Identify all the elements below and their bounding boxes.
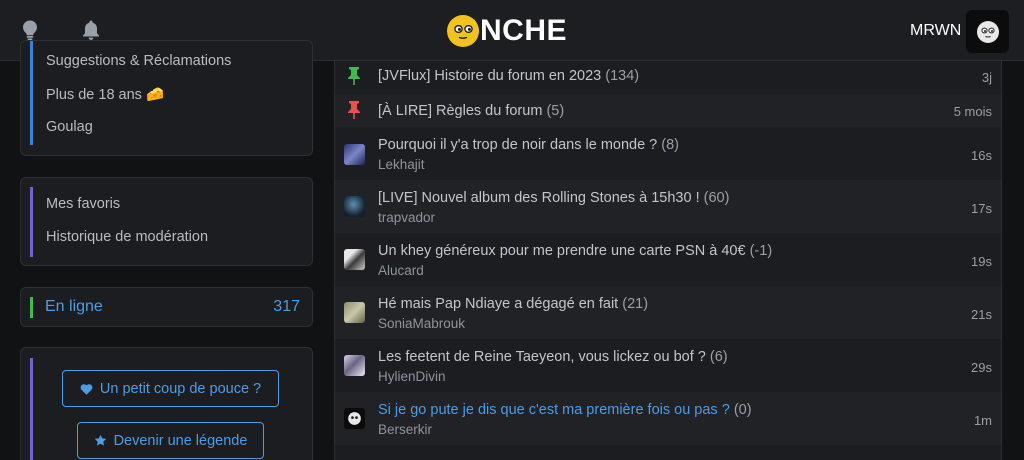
devenir-legende-button[interactable]: Devenir une légende — [77, 422, 264, 459]
topic-row[interactable]: [JVFlux] Histoire du forum en 2023 (134)… — [335, 61, 1001, 94]
online-accent-bar — [30, 297, 33, 318]
devenir-legende-label: Devenir une légende — [113, 432, 248, 449]
topic-row[interactable]: [LIVE] Nouvel album des Rolling Stones à… — [335, 180, 1001, 233]
topic-title[interactable]: Pourquoi il y'a trop de noir dans le mon… — [378, 137, 679, 153]
topic-row[interactable]: Les feetent de Reine Taeyeon, vous licke… — [335, 339, 1001, 392]
topic-row[interactable]: Si je go pute je dis que c'est ma premiè… — [335, 392, 1001, 445]
user-avatar[interactable] — [344, 408, 365, 429]
heart-icon — [80, 383, 93, 395]
logo-face-icon — [447, 15, 479, 47]
topic-author[interactable]: Lekhajit — [378, 157, 425, 172]
online-label: En ligne — [45, 298, 103, 315]
coup-de-pouce-button[interactable]: Un petit coup de pouce ? — [62, 370, 279, 407]
topic-title[interactable]: Un khey généreux pour me prendre une car… — [378, 243, 772, 259]
sidebar-link-goulag[interactable]: Goulag — [46, 119, 93, 135]
username[interactable]: MRWN — [910, 22, 961, 40]
topic-author[interactable]: trapvador — [378, 210, 435, 225]
topic-row[interactable]: [À LIRE] Règles du forum (5) 5 mois — [335, 94, 1001, 127]
topic-time: 17s — [971, 201, 992, 216]
topic-time: 5 mois — [953, 104, 992, 119]
user-avatar[interactable] — [344, 302, 365, 323]
avatar-face-icon — [348, 412, 361, 425]
topic-list: [JVFlux] Histoire du forum en 2023 (134)… — [334, 61, 1002, 460]
user-links-panel: Mes favoris Historique de modération — [20, 177, 313, 266]
support-panel: Un petit coup de pouce ? Devenir une lég… — [20, 347, 313, 460]
star-icon — [94, 434, 106, 446]
topic-title[interactable]: Les feetent de Reine Taeyeon, vous licke… — [378, 349, 728, 365]
user-avatar[interactable] — [344, 196, 365, 217]
bell-icon[interactable] — [80, 19, 102, 41]
topic-title[interactable]: [LIVE] Nouvel album des Rolling Stones à… — [378, 190, 729, 206]
sidebar-link-suggestions[interactable]: Suggestions & Réclamations — [46, 53, 231, 69]
user-avatar[interactable] — [344, 144, 365, 165]
topic-time: 21s — [971, 307, 992, 322]
topic-time: 1m — [973, 413, 992, 428]
topic-author[interactable]: SoniaMabrouk — [378, 316, 465, 331]
topic-title[interactable]: Hé mais Pap Ndiaye a dégagé en fait (21) — [378, 296, 648, 312]
topic-row[interactable]: Pourquoi il y'a trop de noir dans le mon… — [335, 127, 1001, 180]
panel-accent-bar — [30, 187, 33, 257]
sidebar-link-moderation-history[interactable]: Historique de modération — [46, 229, 208, 245]
logo-text: NCHE — [480, 14, 568, 47]
avatar-face-icon — [976, 20, 999, 43]
user-avatar[interactable] — [344, 249, 365, 270]
topic-author[interactable]: HylienDivin — [378, 369, 446, 384]
topic-time: 29s — [971, 360, 992, 375]
coup-de-pouce-label: Un petit coup de pouce ? — [99, 380, 262, 397]
panel-accent-bar — [30, 358, 33, 460]
topic-time: 16s — [971, 148, 992, 163]
avatar[interactable] — [966, 10, 1009, 53]
lightbulb-icon[interactable] — [19, 19, 41, 41]
user-avatar[interactable] — [344, 355, 365, 376]
topic-time: 19s — [971, 254, 992, 269]
sidebar-link-favoris[interactable]: Mes favoris — [46, 196, 120, 212]
site-logo[interactable]: NCHE — [447, 14, 567, 48]
pin-green-icon — [348, 67, 360, 85]
topic-row[interactable]: Hé mais Pap Ndiaye a dégagé en fait (21)… — [335, 286, 1001, 339]
sidebar-link-18-plus[interactable]: Plus de 18 ans 🧀 — [46, 86, 164, 103]
topic-author[interactable]: Berserkir — [378, 422, 432, 437]
topic-author[interactable]: Alucard — [378, 263, 424, 278]
topic-row[interactable]: Un khey généreux pour me prendre une car… — [335, 233, 1001, 286]
pin-red-icon — [348, 101, 360, 119]
topic-title[interactable]: Si je go pute je dis que c'est ma premiè… — [378, 402, 752, 418]
online-count: 317 — [273, 298, 300, 315]
topic-time: 3j — [981, 70, 992, 85]
panel-accent-bar — [30, 41, 33, 145]
online-panel[interactable]: En ligne 317 — [20, 287, 313, 327]
forum-links-panel: Suggestions & Réclamations Plus de 18 an… — [20, 40, 313, 156]
topic-title[interactable]: [JVFlux] Histoire du forum en 2023 (134) — [378, 68, 639, 84]
topic-title[interactable]: [À LIRE] Règles du forum (5) — [378, 103, 564, 119]
